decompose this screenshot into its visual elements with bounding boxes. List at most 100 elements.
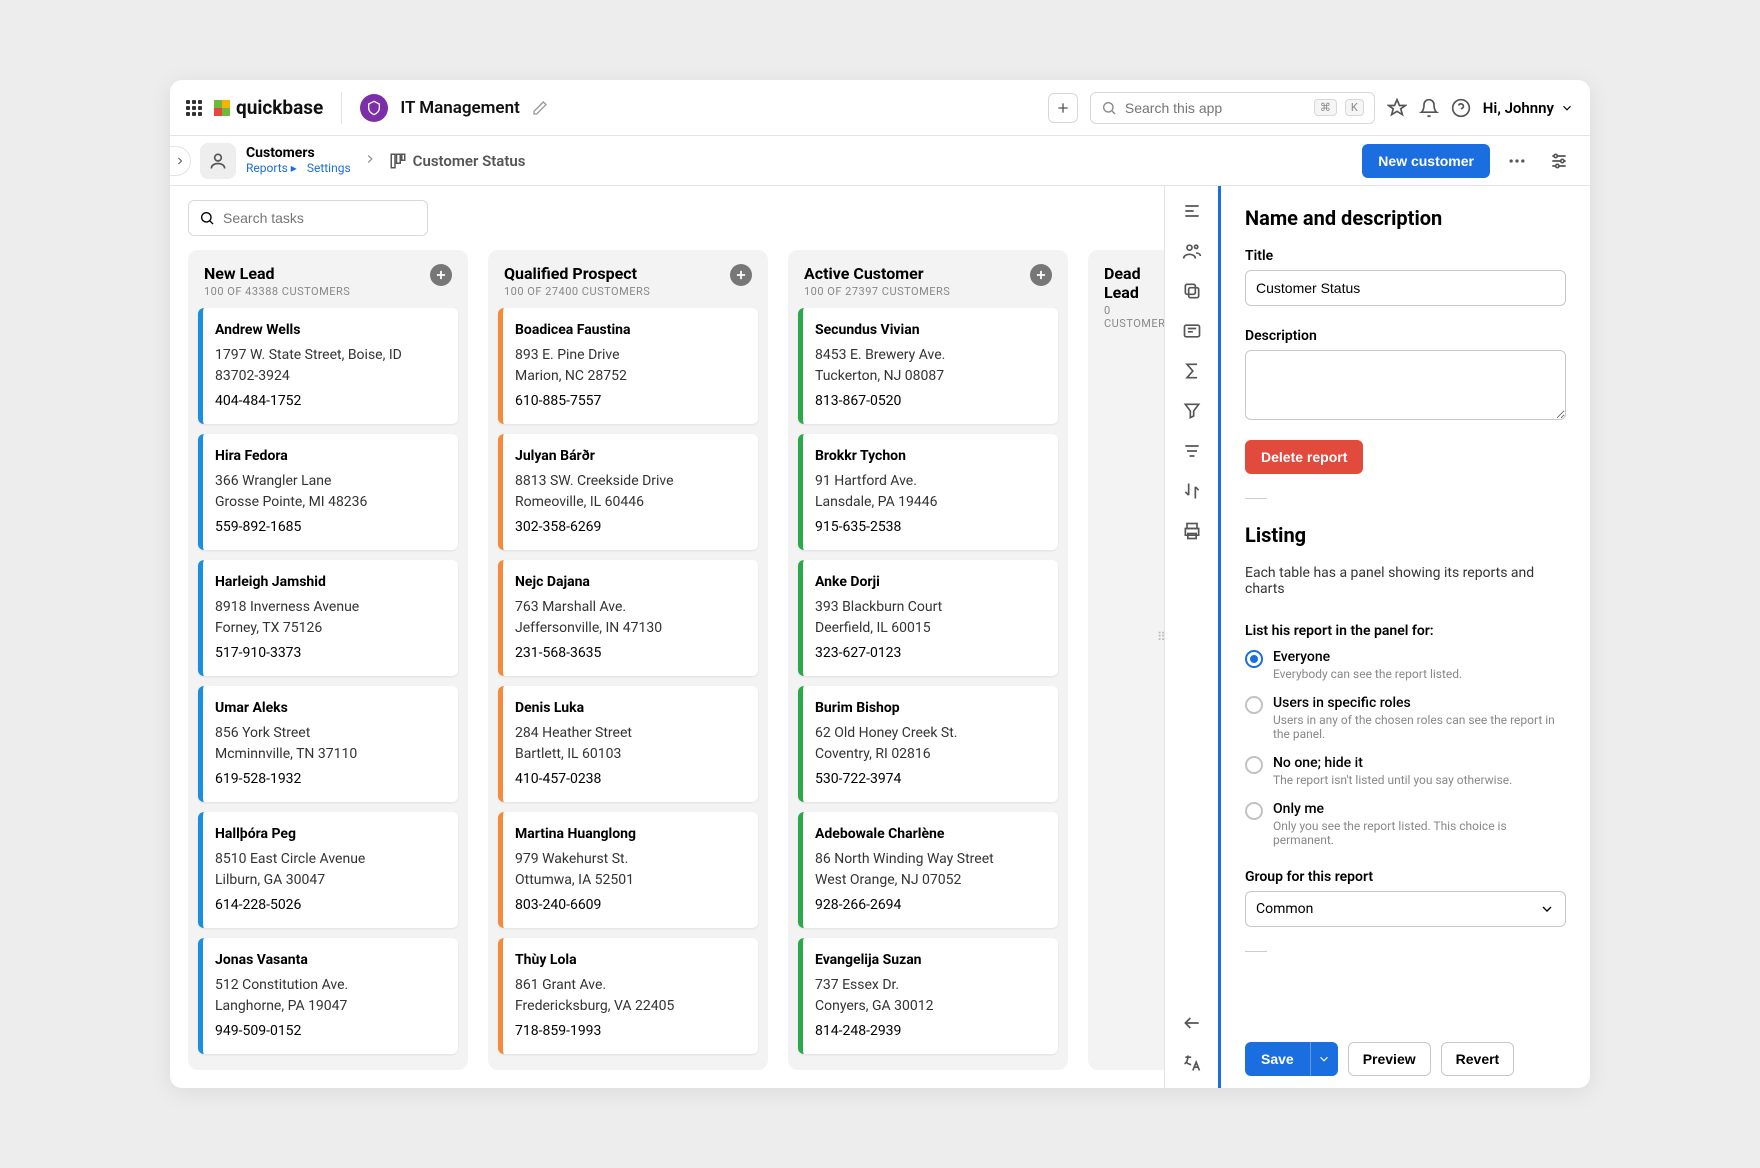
settings-sliders-button[interactable] [1544, 146, 1574, 176]
divider [341, 92, 342, 124]
kanban-card[interactable]: Hallþóra Peg8510 East Circle AvenueLilbu… [198, 812, 458, 928]
kanban-card[interactable]: Adebowale Charlène86 North Winding Way S… [798, 812, 1058, 928]
card-name: Hira Fedora [215, 446, 446, 467]
more-menu-button[interactable] [1502, 146, 1532, 176]
rail-filter-icon[interactable] [1181, 400, 1203, 422]
subheader: Customers Reports ▸ Settings Customer St… [170, 136, 1590, 186]
task-search[interactable] [188, 200, 428, 236]
bell-icon[interactable] [1419, 98, 1439, 118]
brand-logo[interactable]: quickbase [214, 96, 323, 119]
kanban-card[interactable]: Nejc Dajana763 Marshall Ave.Jeffersonvil… [498, 560, 758, 676]
save-button[interactable]: Save [1245, 1042, 1310, 1076]
kanban-card[interactable]: Andrew Wells1797 W. State Street, Boise,… [198, 308, 458, 424]
card-address-line: 8813 SW. Creekside Drive [515, 471, 746, 492]
kanban-card[interactable]: Martina Huanglong979 Wakehurst St.Ottumw… [498, 812, 758, 928]
rail-translate-icon[interactable] [1181, 1052, 1203, 1074]
column-add-button[interactable] [730, 264, 752, 286]
radio-icon[interactable] [1245, 756, 1263, 774]
group-label: Group for this report [1245, 869, 1566, 885]
rail-fields-icon[interactable] [1181, 320, 1203, 342]
kanban-card[interactable]: Anke Dorji393 Blackburn CourtDeerfield, … [798, 560, 1058, 676]
kanban-card[interactable]: Hira Fedora366 Wrangler LaneGrosse Point… [198, 434, 458, 550]
table-icon[interactable] [200, 143, 236, 179]
card-name: Nejc Dajana [515, 572, 746, 593]
preview-button[interactable]: Preview [1348, 1042, 1431, 1076]
group-select[interactable]: Common [1245, 891, 1566, 927]
card-address-line: Lansdale, PA 19446 [815, 492, 1046, 513]
kanban-board[interactable]: New Lead100 OF 43388 CUSTOMERSAndrew Wel… [170, 250, 1164, 1088]
drag-handle-icon[interactable]: ⠿ [1157, 630, 1164, 644]
save-dropdown-button[interactable] [1310, 1042, 1338, 1076]
card-address-line: Mcminnville, TN 37110 [215, 744, 446, 765]
card-phone: 559-892-1685 [215, 517, 446, 538]
kanban-card[interactable]: Brokkr Tychon91 Hartford Ave.Lansdale, P… [798, 434, 1058, 550]
listing-option[interactable]: No one; hide itThe report isn't listed u… [1245, 755, 1566, 787]
rail-name-icon[interactable] [1181, 200, 1203, 222]
card-phone: 915-635-2538 [815, 517, 1046, 538]
rail-users-icon[interactable] [1181, 240, 1203, 262]
rail-layers-icon[interactable] [1181, 280, 1203, 302]
global-search-input[interactable] [1125, 100, 1306, 116]
kanban-card[interactable]: Umar Aleks856 York StreetMcminnville, TN… [198, 686, 458, 802]
app-icon[interactable] [360, 94, 388, 122]
radio-icon[interactable] [1245, 650, 1263, 668]
column-count: 100 OF 43388 CUSTOMERS [204, 285, 350, 298]
rail-sigma-icon[interactable] [1181, 360, 1203, 382]
listing-prompt: List his report in the panel for: [1245, 623, 1566, 639]
rail-collapse-icon[interactable] [1181, 1012, 1203, 1034]
card-address-line: Coventry, RI 02816 [815, 744, 1046, 765]
kanban-card[interactable]: Thùy Lola861 Grant Ave.Fredericksburg, V… [498, 938, 758, 1054]
card-address-line: Deerfield, IL 60015 [815, 618, 1046, 639]
card-name: Julyan Bárðr [515, 446, 746, 467]
column-add-button[interactable] [430, 264, 452, 286]
radio-icon[interactable] [1245, 696, 1263, 714]
revert-button[interactable]: Revert [1441, 1042, 1515, 1076]
settings-link[interactable]: Settings [307, 162, 351, 175]
kanban-card[interactable]: Evangelija Suzan737 Essex Dr.Conyers, GA… [798, 938, 1058, 1054]
radio-icon[interactable] [1245, 802, 1263, 820]
listing-option[interactable]: EveryoneEverybody can see the report lis… [1245, 649, 1566, 681]
listing-option[interactable]: Users in specific rolesUsers in any of t… [1245, 695, 1566, 741]
kanban-card[interactable]: Harleigh Jamshid8918 Inverness AvenueFor… [198, 560, 458, 676]
card-name: Brokkr Tychon [815, 446, 1046, 467]
kanban-card[interactable]: Denis Luka284 Heather StreetBartlett, IL… [498, 686, 758, 802]
title-input[interactable] [1245, 270, 1566, 306]
new-customer-button[interactable]: New customer [1362, 144, 1490, 178]
card-phone: 928-266-2694 [815, 895, 1046, 916]
task-search-input[interactable] [223, 210, 417, 226]
chevron-down-icon [1539, 901, 1555, 917]
column-count: 0 CUSTOMERS [1104, 304, 1164, 330]
new-button[interactable] [1048, 93, 1078, 123]
user-greeting[interactable]: Hi, Johnny [1483, 99, 1574, 117]
card-name: Anke Dorji [815, 572, 1046, 593]
reports-link[interactable]: Reports ▸ [246, 162, 297, 175]
shortcut-cmd: ⌘ [1314, 99, 1337, 116]
help-icon[interactable] [1451, 98, 1471, 118]
rail-print-icon[interactable] [1181, 520, 1203, 542]
kanban-card[interactable]: Secundus Vivian8453 E. Brewery Ave.Tucke… [798, 308, 1058, 424]
card-address-line: 366 Wrangler Lane [215, 471, 446, 492]
kanban-card[interactable]: Boadicea Faustina893 E. Pine DriveMarion… [498, 308, 758, 424]
delete-report-button[interactable]: Delete report [1245, 440, 1363, 474]
description-input[interactable] [1245, 350, 1566, 420]
edit-app-icon[interactable] [532, 100, 548, 116]
star-icon[interactable] [1387, 98, 1407, 118]
kanban-card[interactable]: Burim Bishop62 Old Honey Creek St.Covent… [798, 686, 1058, 802]
expand-sidebar-button[interactable] [170, 146, 191, 176]
card-address-line: 856 York Street [215, 723, 446, 744]
apps-switcher-icon[interactable] [186, 100, 202, 116]
kanban-card[interactable]: Jonas Vasanta512 Constitution Ave.Langho… [198, 938, 458, 1054]
rail-sort-icon[interactable] [1181, 440, 1203, 462]
card-phone: 718-859-1993 [515, 1021, 746, 1042]
app-name[interactable]: IT Management [400, 98, 519, 118]
column-add-button[interactable] [1030, 264, 1052, 286]
kanban-column: Qualified Prospect100 OF 27400 CUSTOMERS… [488, 250, 768, 1070]
kanban-card[interactable]: Julyan Bárðr8813 SW. Creekside DriveRome… [498, 434, 758, 550]
global-search[interactable]: ⌘ K [1090, 92, 1375, 124]
card-phone: 323-627-0123 [815, 643, 1046, 664]
rail-swap-icon[interactable] [1181, 480, 1203, 502]
divider [1245, 951, 1267, 952]
card-name: Burim Bishop [815, 698, 1046, 719]
listing-option[interactable]: Only meOnly you see the report listed. T… [1245, 801, 1566, 847]
column-title: Dead Lead [1104, 264, 1164, 302]
